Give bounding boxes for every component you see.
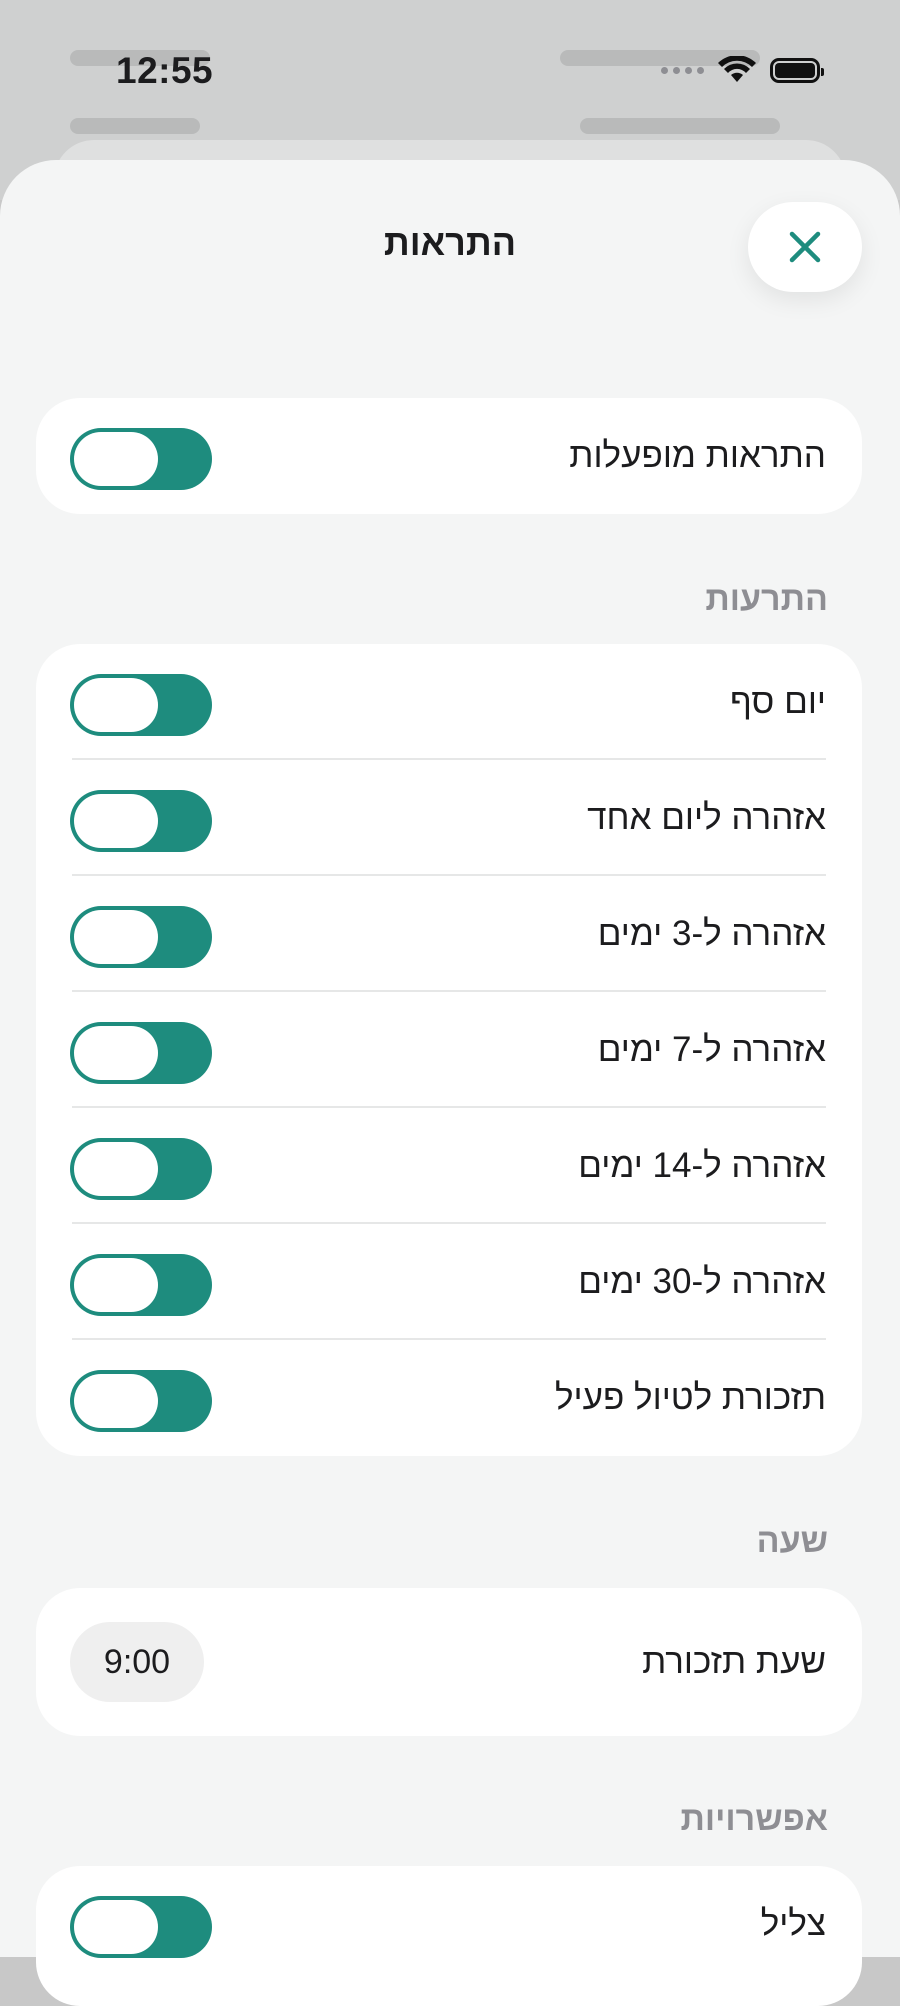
toggle-knob — [74, 432, 158, 486]
alert-toggle[interactable] — [70, 790, 212, 852]
notifications-sheet: התראות התראות מופעלות התרעות יום סף אזהר… — [0, 160, 900, 2006]
master-toggle-label: התראות מופעלות — [569, 436, 826, 475]
alert-row-3-days: אזהרה ל-3 ימים — [36, 876, 862, 992]
alert-row-threshold-day: יום סף — [36, 644, 862, 760]
battery-icon — [770, 57, 824, 83]
status-bar: 12:55 — [0, 0, 900, 140]
toggle-knob — [74, 1258, 158, 1312]
alert-row-14-days: אזהרה ל-14 ימים — [36, 1108, 862, 1224]
options-card: צליל — [36, 1866, 862, 2006]
toggle-knob — [74, 1374, 158, 1428]
option-label: צליל — [760, 1904, 826, 1943]
options-section-header: אפשרויות — [680, 1800, 828, 1838]
toggle-knob — [74, 1900, 158, 1954]
time-card: שעת תזכורת 9:00 — [36, 1588, 862, 1736]
toggle-knob — [74, 1142, 158, 1196]
alert-label: יום סף — [729, 682, 826, 721]
alert-toggle[interactable] — [70, 1022, 212, 1084]
reminder-time-row: שעת תזכורת 9:00 — [36, 1588, 862, 1736]
alert-label: אזהרה ל-14 ימים — [578, 1146, 826, 1185]
close-button[interactable] — [748, 202, 862, 292]
alert-row-active-trip: תזכורת לטיול פעיל — [36, 1340, 862, 1456]
alert-label: אזהרה ל-3 ימים — [597, 914, 826, 953]
alert-row-7-days: אזהרה ל-7 ימים — [36, 992, 862, 1108]
cellular-signal-icon — [661, 66, 704, 74]
alert-toggle[interactable] — [70, 906, 212, 968]
master-toggle-card: התראות מופעלות — [36, 398, 862, 514]
alerts-section-header: התרעות — [705, 580, 828, 618]
alert-toggle[interactable] — [70, 1370, 212, 1432]
time-section-header: שעה — [756, 1522, 828, 1560]
alerts-card: יום סף אזהרה ליום אחד אזהרה ל-3 ימים אזה… — [36, 644, 862, 1456]
reminder-time-picker[interactable]: 9:00 — [70, 1622, 204, 1702]
alert-label: אזהרה ליום אחד — [587, 798, 826, 837]
alert-label: תזכורת לטיול פעיל — [554, 1378, 826, 1417]
reminder-time-label: שעת תזכורת — [642, 1642, 826, 1681]
alert-row-1-day: אזהרה ליום אחד — [36, 760, 862, 876]
wifi-icon — [718, 56, 756, 82]
close-icon — [789, 231, 821, 263]
toggle-knob — [74, 1026, 158, 1080]
master-toggle[interactable] — [70, 428, 212, 490]
toggle-knob — [74, 678, 158, 732]
toggle-knob — [74, 794, 158, 848]
alert-toggle[interactable] — [70, 674, 212, 736]
master-toggle-row: התראות מופעלות — [36, 398, 862, 514]
alert-label: אזהרה ל-7 ימים — [597, 1030, 826, 1069]
sound-toggle[interactable] — [70, 1896, 212, 1958]
alert-row-30-days: אזהרה ל-30 ימים — [36, 1224, 862, 1340]
alert-toggle[interactable] — [70, 1138, 212, 1200]
status-time: 12:55 — [116, 50, 214, 91]
toggle-knob — [74, 910, 158, 964]
alert-label: אזהרה ל-30 ימים — [578, 1262, 826, 1301]
status-icons — [661, 56, 824, 84]
option-row-sound: צליל — [36, 1866, 862, 1982]
alert-toggle[interactable] — [70, 1254, 212, 1316]
